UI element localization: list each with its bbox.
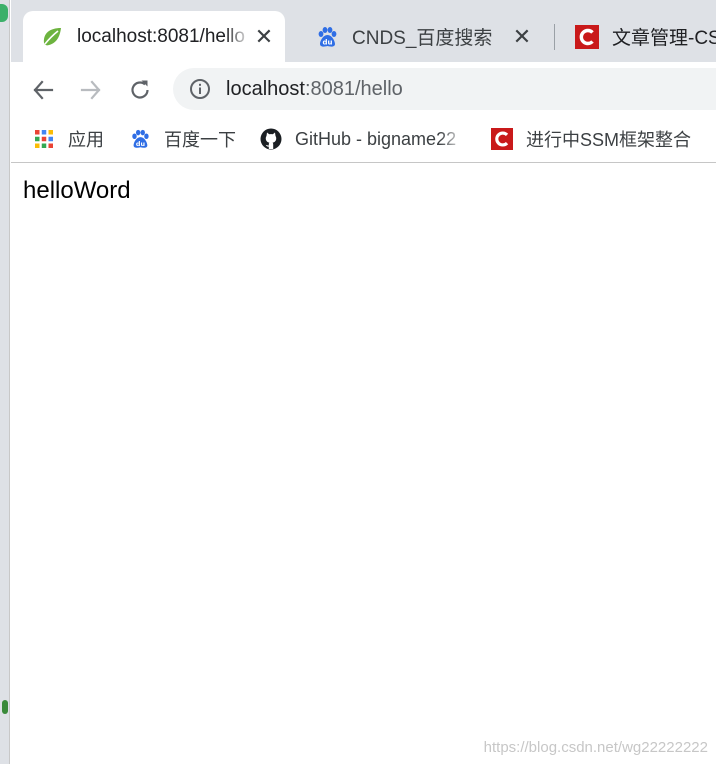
url-text: localhost:8081/hello [226, 78, 403, 101]
github-icon [260, 128, 282, 150]
background-window-edge [0, 0, 10, 764]
bookmark-baidu[interactable]: du 百度一下 [129, 125, 236, 153]
page-body-text: helloWord [23, 177, 131, 204]
apps-grid-icon [33, 128, 55, 150]
tab-title: CNDS_百度搜索 [352, 28, 493, 49]
bookmark-label: GitHub - bigname22 [295, 128, 457, 149]
toolbar: localhost:8081/hello [11, 62, 716, 116]
tab-separator [554, 24, 555, 50]
url-path: :8081/hello [304, 77, 403, 100]
csdn-icon [491, 128, 513, 150]
reload-button[interactable] [124, 74, 156, 106]
url-host: localhost [226, 77, 305, 100]
tab-title: localhost:8081/hello [77, 25, 245, 47]
spring-leaf-icon [40, 25, 64, 49]
reload-icon [131, 80, 149, 99]
address-bar[interactable]: localhost:8081/hello [173, 68, 716, 110]
forward-button[interactable] [75, 74, 107, 106]
bookmark-apps[interactable]: 应用 [33, 125, 104, 153]
svg-text:du: du [136, 140, 146, 148]
info-icon[interactable] [188, 77, 212, 101]
watermark-text: https://blog.csdn.net/wg22222222 [483, 739, 708, 756]
bookmark-csdn[interactable]: 进行中SSM框架整合 [491, 125, 691, 153]
back-arrow-icon [33, 80, 54, 100]
background-window-icon [0, 4, 8, 22]
baidu-paw-icon: du [315, 25, 339, 49]
baidu-paw-icon: du [129, 128, 151, 150]
tab-localhost[interactable]: localhost:8081/hello ✕ [23, 11, 285, 62]
tab-csdn[interactable]: 文章管理-CSDN [558, 11, 716, 62]
bookmark-label: 进行中SSM框架整合 [526, 130, 692, 150]
close-tab-icon[interactable]: ✕ [251, 24, 277, 50]
forward-arrow-icon [80, 80, 101, 100]
tab-title: 文章管理-CSDN [612, 28, 716, 49]
close-tab-icon[interactable]: ✕ [509, 24, 535, 50]
page-content: helloWord [11, 163, 716, 764]
browser-window: localhost:8081/hello ✕ du CNDS_百度搜索 ✕ 文章… [11, 0, 716, 764]
background-window-icon [2, 700, 8, 714]
tab-strip: localhost:8081/hello ✕ du CNDS_百度搜索 ✕ 文章… [11, 0, 716, 62]
bookmark-github[interactable]: GitHub - bigname22 [260, 125, 465, 153]
svg-text:du: du [323, 38, 333, 46]
bookmark-label: 应用 [68, 130, 104, 150]
bookmarks-bar: 应用 du 百度一下 GitHub - bigname22 进行中SSM框架整合 [11, 116, 716, 163]
bookmark-label: 百度一下 [164, 130, 236, 150]
tab-baidu-search[interactable]: du CNDS_百度搜索 ✕ [298, 11, 543, 62]
back-button[interactable] [27, 74, 59, 106]
csdn-icon [575, 24, 599, 49]
